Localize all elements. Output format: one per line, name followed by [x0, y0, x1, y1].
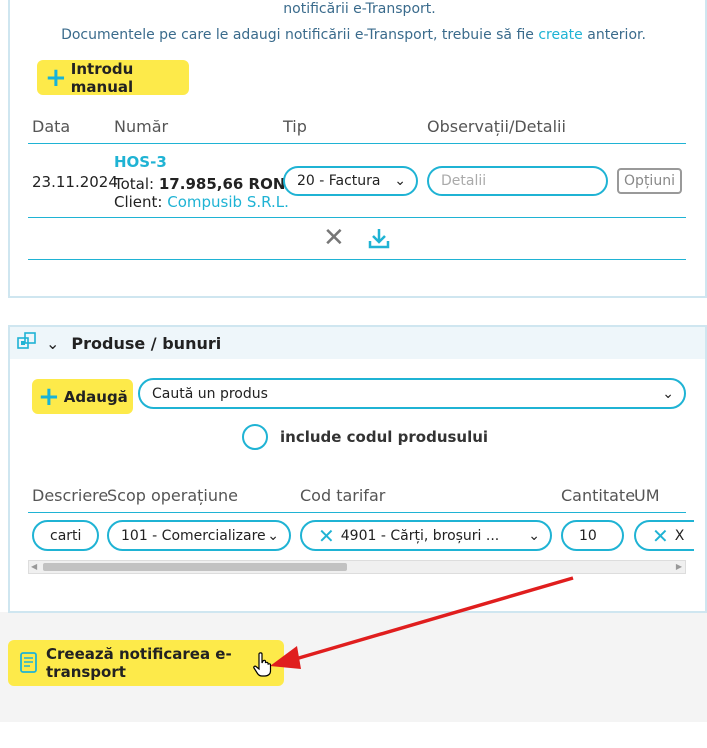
hand-cursor-icon — [253, 652, 272, 677]
arrow-head — [270, 646, 301, 669]
arrow-shaft — [291, 576, 574, 662]
annotation-arrow — [270, 576, 574, 669]
